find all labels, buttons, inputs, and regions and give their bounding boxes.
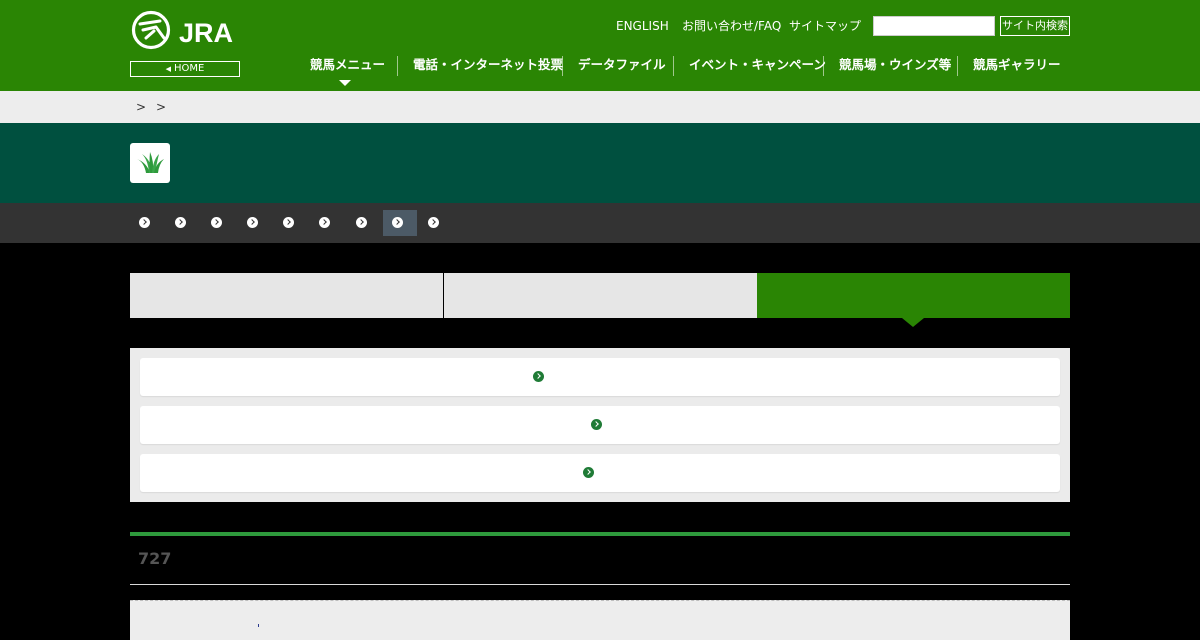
breadcrumb-separator: > [156,100,167,114]
chevron-circle-icon [247,217,258,228]
chevron-circle-icon [139,217,150,228]
site-search-button[interactable]: サイト内検索 [1000,16,1070,36]
chevron-circle-icon [211,217,222,228]
chevron-circle-icon [428,217,439,228]
link-list-item[interactable] [140,406,1060,444]
jra-logo[interactable]: JRA [130,9,240,51]
subnav-item-active[interactable] [383,210,417,236]
chevron-circle-icon [356,217,367,228]
section-divider [130,584,1070,585]
nav-divider [397,56,398,76]
caret-left-icon: ◀ [165,65,172,73]
chevron-circle-icon [283,217,294,228]
nav-racecourse-wins[interactable]: 競馬場・ウインズ等 [839,57,951,73]
home-label: HOME [174,63,205,74]
subnav-item[interactable] [417,210,451,236]
chevron-circle-icon [533,371,544,382]
subnav-item[interactable] [200,210,234,236]
subnav-item[interactable] [164,210,198,236]
nav-event-campaign[interactable]: イベント・キャンペーン [689,57,826,73]
logo-text: JRA [179,18,233,48]
page-title-band [0,123,1200,203]
content-tab[interactable] [444,273,757,318]
chevron-circle-icon [591,419,602,430]
link-list-item[interactable] [140,454,1060,492]
breadcrumb-separator: > [136,100,147,114]
chevron-circle-icon [319,217,330,228]
subnav-item[interactable] [308,210,342,236]
subnav-item[interactable] [345,210,379,236]
turf-grass-icon [130,143,170,183]
section-heading-bar [130,532,1070,536]
site-search-input[interactable] [873,16,995,36]
nav-keiba-menu[interactable]: 競馬メニュー [310,57,385,73]
home-button[interactable]: ◀ HOME [130,61,240,77]
content-box [130,600,1070,640]
nav-keiba-gallery[interactable]: 競馬ギャラリー [973,57,1061,73]
subnav-item[interactable] [272,210,306,236]
nav-divider [562,56,563,76]
section-number: 727 [138,549,172,568]
english-link[interactable]: ENGLISH [616,18,669,34]
breadcrumb [0,91,1200,123]
active-tab-caret-icon [902,318,924,327]
text-fragment [258,624,259,627]
nav-divider [673,56,674,76]
chevron-circle-icon [583,467,594,478]
nav-divider [957,56,958,76]
subnav-item[interactable] [236,210,270,236]
subnav-item[interactable] [128,210,162,236]
contact-faq-link[interactable]: お問い合わせ/FAQ [682,18,781,34]
chevron-circle-icon [175,217,186,228]
nav-phone-internet-voting[interactable]: 電話・インターネット投票 [413,57,563,73]
link-list-item[interactable] [140,358,1060,396]
nav-data-file[interactable]: データファイル [578,57,666,73]
content-tab[interactable] [130,273,443,318]
sitemap-link[interactable]: サイトマップ [789,18,861,34]
nav-active-caret-icon [339,80,351,86]
nav-divider [823,56,824,76]
chevron-circle-icon [392,217,403,228]
content-tab-active[interactable] [757,273,1070,318]
